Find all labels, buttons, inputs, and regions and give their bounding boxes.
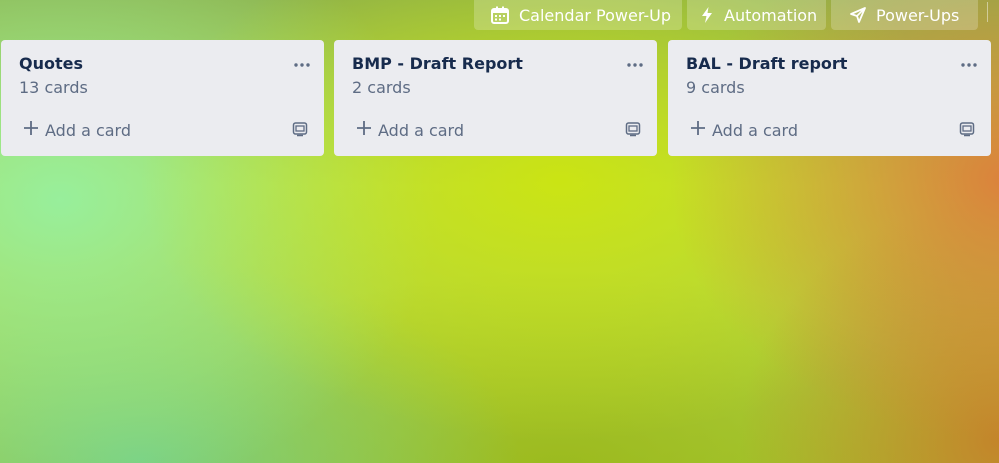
calendar-powerup-label: Calendar Power-Up (519, 5, 672, 25)
calendar-powerup-button[interactable]: Calendar Power-Up (474, 0, 682, 30)
add-card-label: Add a card (378, 120, 465, 140)
add-card-button[interactable]: Add a card (678, 118, 806, 142)
list-title[interactable]: BAL - Draft report (686, 54, 847, 73)
calendar-icon (490, 5, 510, 25)
board-header-actions: Calendar Power-Up Automation Power-Ups (0, 0, 999, 30)
plus-icon (23, 120, 39, 140)
card-template-icon (292, 121, 308, 141)
card-template-icon (959, 121, 975, 141)
powerups-button[interactable]: Power-Ups (831, 0, 978, 30)
add-card-label: Add a card (712, 120, 799, 140)
plus-icon (690, 120, 706, 140)
list-quotes[interactable]: Quotes 13 cards Add a card (1, 40, 324, 156)
automation-button[interactable]: Automation (687, 0, 826, 30)
create-from-template-button[interactable] (955, 120, 979, 142)
create-from-template-button[interactable] (621, 120, 645, 142)
add-card-label: Add a card (45, 120, 132, 140)
list-bal-draft-report[interactable]: BAL - Draft report 9 cards Add a card (668, 40, 991, 156)
board-canvas: Calendar Power-Up Automation Power-Ups Q… (0, 0, 999, 463)
list-bmp-draft-report[interactable]: BMP - Draft Report 2 cards Add a card (334, 40, 657, 156)
list-menu-button[interactable] (288, 52, 316, 72)
add-card-button[interactable]: Add a card (344, 118, 472, 142)
lightning-icon (699, 6, 715, 24)
card-template-icon (625, 121, 641, 141)
list-menu-button[interactable] (621, 52, 649, 72)
automation-label: Automation (724, 5, 818, 25)
more-horizontal-icon (960, 53, 978, 72)
more-horizontal-icon (626, 53, 644, 72)
plus-icon (356, 120, 372, 140)
powerups-label: Power-Ups (876, 5, 960, 25)
create-from-template-button[interactable] (288, 120, 312, 142)
header-divider (987, 2, 988, 22)
list-card-count: 13 cards (19, 78, 88, 97)
list-title[interactable]: Quotes (19, 54, 83, 73)
add-card-button[interactable]: Add a card (11, 118, 139, 142)
list-card-count: 2 cards (352, 78, 411, 97)
list-card-count: 9 cards (686, 78, 745, 97)
more-horizontal-icon (293, 53, 311, 72)
list-title[interactable]: BMP - Draft Report (352, 54, 523, 73)
list-menu-button[interactable] (955, 52, 983, 72)
rocket-icon (849, 6, 867, 24)
